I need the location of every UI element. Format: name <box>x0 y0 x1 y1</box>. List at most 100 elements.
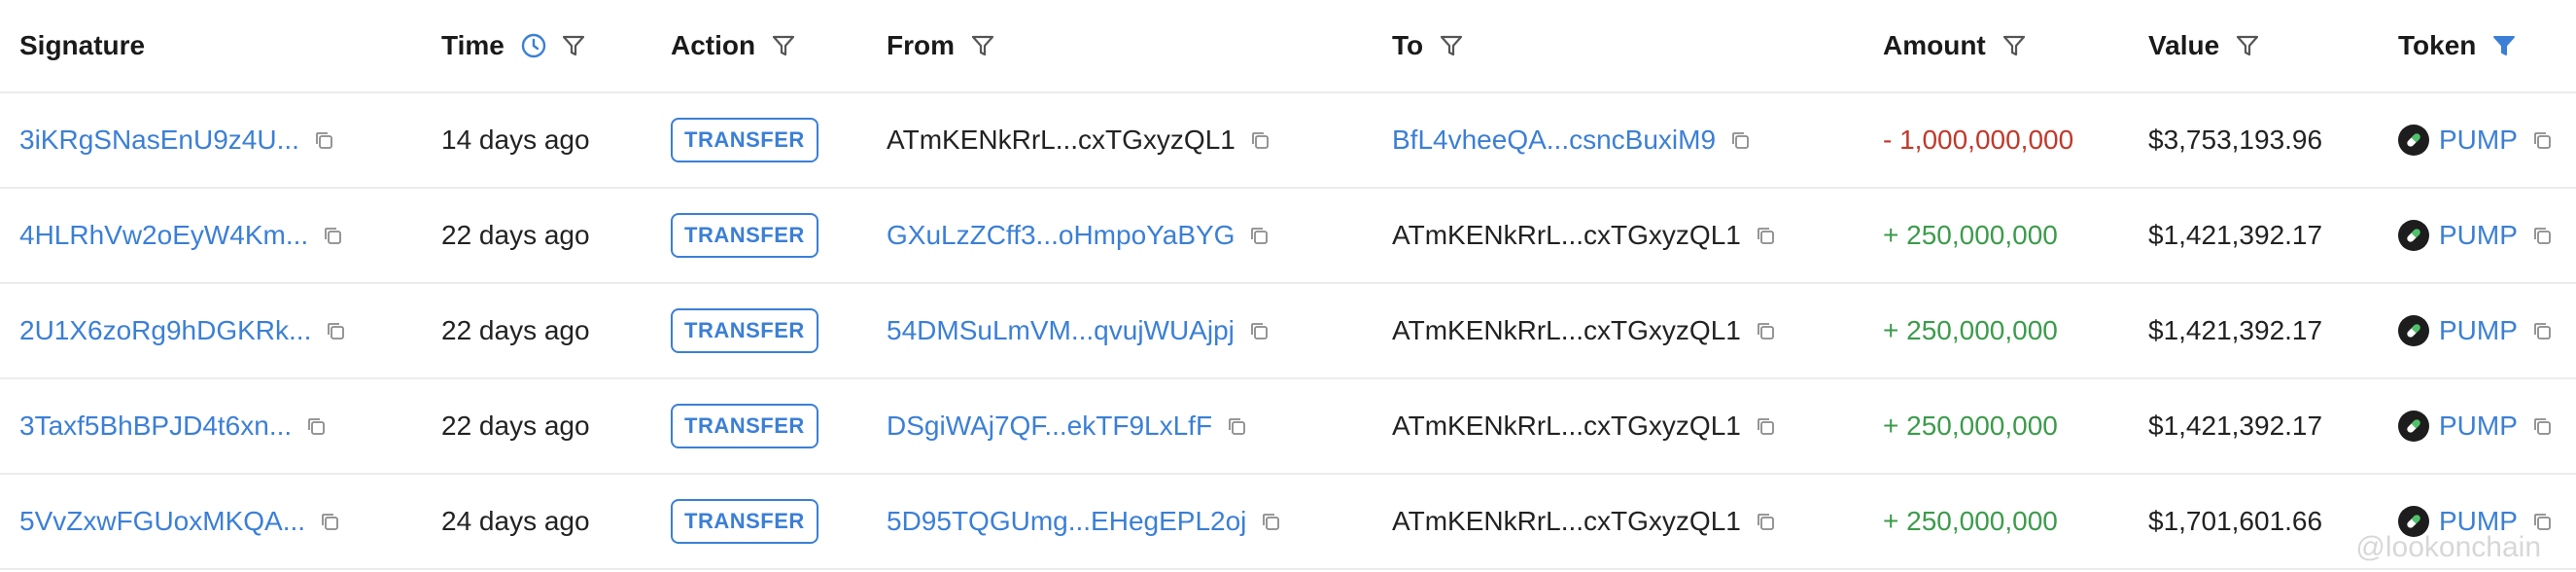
copy-icon[interactable] <box>1260 511 1281 532</box>
pump-pill-icon <box>2398 315 2429 346</box>
amount-cell: - 1,000,000,000 <box>1883 125 2074 155</box>
column-signature: Signature <box>19 0 145 91</box>
from-address-link[interactable]: GXuLzZCff3...oHmpoYaBYG <box>887 220 1235 251</box>
from-cell: ATmKENkRrL...cxTGxyzQL1 <box>887 93 1271 187</box>
copy-icon[interactable] <box>1226 415 1247 437</box>
column-to-label: To <box>1392 30 1424 60</box>
copy-icon[interactable] <box>2531 320 2553 341</box>
copy-icon[interactable] <box>305 415 327 437</box>
filter-active-icon[interactable] <box>2491 33 2517 58</box>
token-link[interactable]: PUMP <box>2439 125 2518 156</box>
to-address: ATmKENkRrL...cxTGxyzQL1 <box>1392 220 1741 250</box>
time-cell: 22 days ago <box>441 411 590 441</box>
column-to: To <box>1392 0 1464 91</box>
table-row: 3Taxf5BhBPJD4t6xn... 22 days ago TRANSFE… <box>0 379 2576 475</box>
value-cell: $3,753,193.96 <box>2148 125 2323 155</box>
time-cell: 22 days ago <box>441 220 590 250</box>
copy-icon[interactable] <box>1755 320 1776 341</box>
action-badge: TRANSFER <box>671 499 818 544</box>
to-cell: ATmKENkRrL...cxTGxyzQL1 <box>1392 475 1776 568</box>
token-cell: PUMP <box>2398 379 2553 473</box>
column-signature-label: Signature <box>19 30 146 60</box>
amount-cell: + 250,000,000 <box>1883 220 2058 250</box>
copy-icon[interactable] <box>2531 415 2553 437</box>
copy-icon[interactable] <box>1248 225 1270 246</box>
signature-link[interactable]: 4HLRhVw2oEyW4Km... <box>19 220 308 251</box>
action-cell: TRANSFER <box>671 93 818 187</box>
action-cell: TRANSFER <box>671 379 818 473</box>
action-badge: TRANSFER <box>671 213 818 258</box>
copy-icon[interactable] <box>1755 225 1776 246</box>
token-cell: PUMP <box>2398 284 2553 377</box>
from-cell: DSgiWAj7QF...ekTF9LxLfF <box>887 379 1247 473</box>
from-address-link[interactable]: 54DMSuLmVM...qvujWUAjpj <box>887 315 1235 346</box>
filter-icon[interactable] <box>1439 33 1464 58</box>
value-cell: $1,701,601.66 <box>2148 506 2323 536</box>
watermark-text: @lookonchain <box>2355 531 2541 563</box>
filter-icon[interactable] <box>771 33 796 58</box>
column-action: Action <box>671 0 796 91</box>
table-header: Signature Time Action From To Amount Val… <box>0 0 2576 93</box>
copy-icon[interactable] <box>2531 129 2553 151</box>
action-cell: TRANSFER <box>671 284 818 377</box>
column-value: Value <box>2148 0 2260 91</box>
filter-icon[interactable] <box>970 33 995 58</box>
copy-icon[interactable] <box>319 511 340 532</box>
action-badge: TRANSFER <box>671 118 818 162</box>
value-cell: $1,421,392.17 <box>2148 315 2323 345</box>
value-cell: $1,421,392.17 <box>2148 220 2323 250</box>
column-amount-label: Amount <box>1883 30 1986 60</box>
signature-link[interactable]: 5VvZxwFGUoxMKQA... <box>19 506 305 537</box>
to-cell: ATmKENkRrL...cxTGxyzQL1 <box>1392 189 1776 282</box>
column-value-label: Value <box>2148 30 2220 60</box>
time-cell: 22 days ago <box>441 315 590 345</box>
column-token: Token <box>2398 0 2517 91</box>
filter-icon[interactable] <box>2002 33 2027 58</box>
token-link[interactable]: PUMP <box>2439 220 2518 251</box>
to-cell: ATmKENkRrL...cxTGxyzQL1 <box>1392 379 1776 473</box>
time-cell: 24 days ago <box>441 506 590 536</box>
from-cell: 5D95TQGUmg...EHegEPL2oj <box>887 475 1281 568</box>
to-address-link[interactable]: BfL4vheeQA...csncBuxiM9 <box>1392 125 1716 156</box>
signature-cell: 5VvZxwFGUoxMKQA... <box>19 475 340 568</box>
signature-cell: 3iKRgSNasEnU9z4U... <box>19 93 334 187</box>
copy-icon[interactable] <box>1729 129 1751 151</box>
transactions-table: Signature Time Action From To Amount Val… <box>0 0 2576 570</box>
action-cell: TRANSFER <box>671 189 818 282</box>
table-row: 3iKRgSNasEnU9z4U... 14 days ago TRANSFER… <box>0 93 2576 189</box>
pump-pill-icon <box>2398 125 2429 156</box>
amount-cell: + 250,000,000 <box>1883 506 2058 536</box>
token-link[interactable]: PUMP <box>2439 315 2518 346</box>
signature-link[interactable]: 2U1X6zoRg9hDGKRk... <box>19 315 311 346</box>
signature-link[interactable]: 3iKRgSNasEnU9z4U... <box>19 125 299 156</box>
action-badge: TRANSFER <box>671 308 818 353</box>
table-row: 4HLRhVw2oEyW4Km... 22 days ago TRANSFER … <box>0 189 2576 284</box>
filter-icon[interactable] <box>2235 33 2260 58</box>
pump-pill-icon <box>2398 220 2429 251</box>
token-cell: PUMP <box>2398 93 2553 187</box>
copy-icon[interactable] <box>2531 225 2553 246</box>
time-cell: 14 days ago <box>441 125 590 155</box>
to-address: ATmKENkRrL...cxTGxyzQL1 <box>1392 506 1741 536</box>
copy-icon[interactable] <box>2531 511 2553 532</box>
token-link[interactable]: PUMP <box>2439 411 2518 442</box>
table-row: 5VvZxwFGUoxMKQA... 24 days ago TRANSFER … <box>0 475 2576 570</box>
copy-icon[interactable] <box>1755 415 1776 437</box>
copy-icon[interactable] <box>1755 511 1776 532</box>
from-cell: 54DMSuLmVM...qvujWUAjpj <box>887 284 1270 377</box>
column-time: Time <box>441 0 586 91</box>
copy-icon[interactable] <box>1248 320 1270 341</box>
from-cell: GXuLzZCff3...oHmpoYaBYG <box>887 189 1270 282</box>
copy-icon[interactable] <box>325 320 346 341</box>
copy-icon[interactable] <box>1249 129 1271 151</box>
column-amount: Amount <box>1883 0 2027 91</box>
signature-link[interactable]: 3Taxf5BhBPJD4t6xn... <box>19 411 292 442</box>
copy-icon[interactable] <box>322 225 343 246</box>
clock-icon[interactable] <box>520 32 547 59</box>
table-row: 2U1X6zoRg9hDGKRk... 22 days ago TRANSFER… <box>0 284 2576 379</box>
from-address-link[interactable]: DSgiWAj7QF...ekTF9LxLfF <box>887 411 1212 442</box>
copy-icon[interactable] <box>313 129 334 151</box>
from-address-link[interactable]: 5D95TQGUmg...EHegEPL2oj <box>887 506 1246 537</box>
column-token-label: Token <box>2398 30 2477 60</box>
filter-icon[interactable] <box>561 33 586 58</box>
